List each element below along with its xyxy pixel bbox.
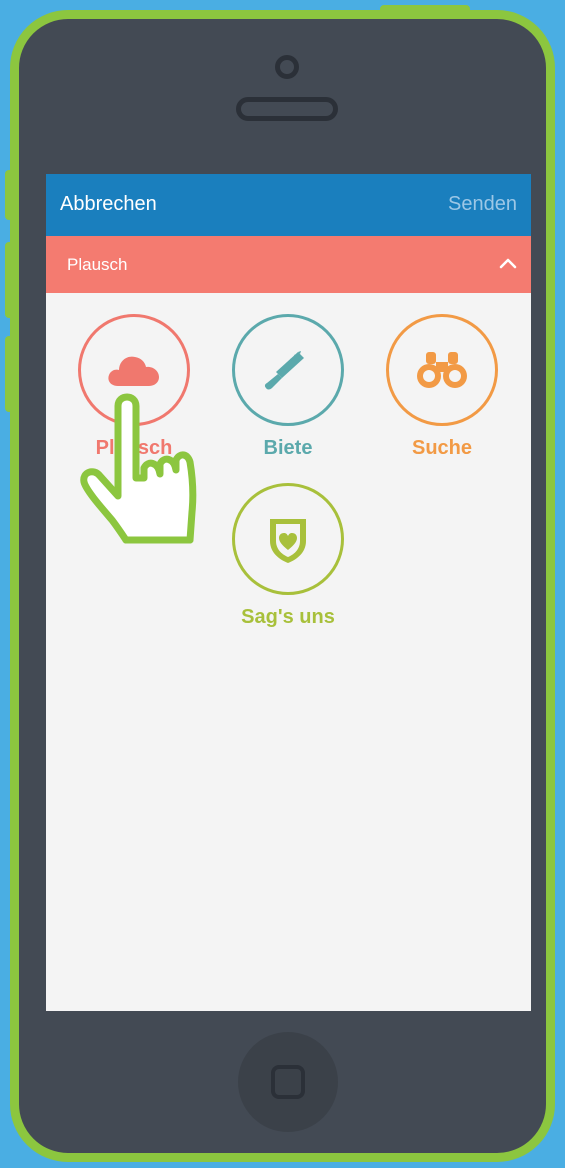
front-camera <box>275 55 299 79</box>
app-screen: Abbrechen Senden Plausch Plausch <box>46 174 531 1011</box>
earpiece-speaker <box>236 97 338 121</box>
chevron-up-icon[interactable] <box>499 256 517 270</box>
binoculars-icon <box>417 352 467 388</box>
category-selector[interactable]: Plausch <box>46 236 531 293</box>
category-label: Plausch <box>67 255 128 274</box>
option-ring <box>232 483 344 595</box>
option-sags-uns[interactable]: Sag's uns <box>218 483 358 629</box>
cancel-button[interactable]: Abbrechen <box>60 193 157 216</box>
option-label: Sag's uns <box>241 606 335 628</box>
send-button[interactable]: Senden <box>448 193 517 216</box>
option-label: Biete <box>263 437 313 459</box>
shield-heart-icon <box>270 519 306 563</box>
saw-icon <box>264 351 304 390</box>
option-label: Suche <box>411 437 473 459</box>
navigation-bar: Abbrechen Senden <box>46 174 531 236</box>
option-ring <box>232 314 344 426</box>
option-ring <box>386 314 498 426</box>
tap-hand-icon <box>80 393 197 544</box>
option-biete[interactable]: Biete <box>218 314 358 460</box>
home-square-icon <box>271 1065 305 1099</box>
option-suche[interactable]: Suche <box>372 314 512 460</box>
